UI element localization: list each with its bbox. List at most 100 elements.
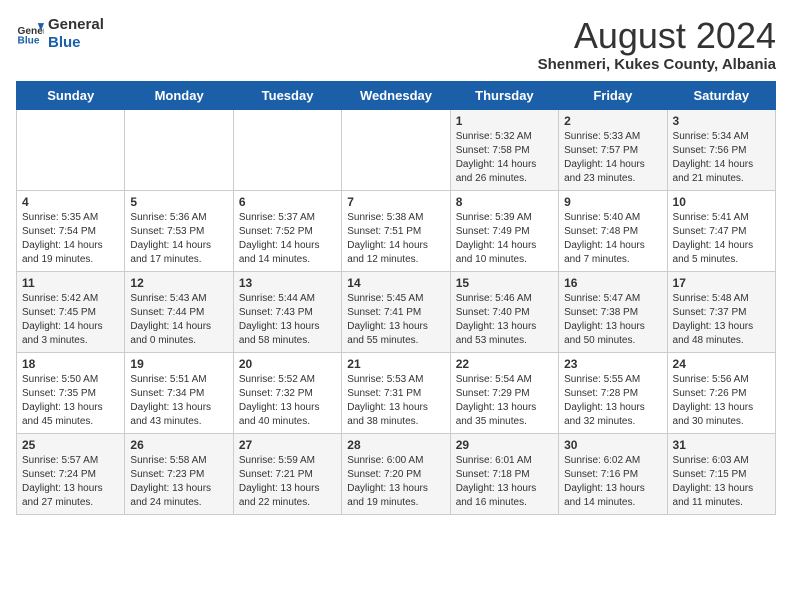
calendar-cell: 30Sunrise: 6:02 AMSunset: 7:16 PMDayligh… [559,433,667,514]
calendar-cell [233,109,341,190]
calendar-cell: 22 Sunrise: 5:54 AMSunset: 7:29 PMDayligh… [450,352,558,433]
calendar-cell: 19 Sunrise: 5:51 AMSunset: 7:34 PMDayligh… [125,352,233,433]
day-info: Sunrise: 5:48 AMSunset: 7:37 PMDaylight:… [673,292,770,348]
day-number: 20 [239,357,336,371]
day-number: 12 [130,276,227,290]
calendar-cell: 6 Sunrise: 5:37 AMSunset: 7:52 PMDaylight… [233,190,341,271]
day-info: Sunrise: 5:37 AMSunset: 7:52 PMDaylight:… [239,211,336,267]
calendar-cell: 1 Sunrise: 5:32 AMSunset: 7:58 PMDaylight… [450,109,558,190]
day-info: Sunrise: 5:57 AMSunset: 7:24 PMDaylight:… [22,454,119,510]
calendar-cell: 5 Sunrise: 5:36 AMSunset: 7:53 PMDaylight… [125,190,233,271]
day-number: 29 [456,438,553,452]
title-area: August 2024 Shenmeri, Kukes County, Alba… [538,16,776,73]
calendar-cell: 15 Sunrise: 5:46 AMSunset: 7:40 PMDayligh… [450,271,558,352]
day-info: Sunrise: 5:32 AMSunset: 7:58 PMDaylight:… [456,130,553,186]
day-info: Sunrise: 5:54 AMSunset: 7:29 PMDaylight:… [456,373,553,429]
day-number: 4 [22,195,119,209]
day-number: 18 [22,357,119,371]
day-number: 8 [456,195,553,209]
day-info: Sunrise: 5:39 AMSunset: 7:49 PMDaylight:… [456,211,553,267]
day-info: Sunrise: 6:03 AMSunset: 7:15 PMDaylight:… [673,454,770,510]
day-number: 23 [564,357,661,371]
logo-blue-text: Blue [48,34,104,52]
calendar-cell: 26 Sunrise: 5:58 AMSunset: 7:23 PMDayligh… [125,433,233,514]
calendar-cell: 2 Sunrise: 5:33 AMSunset: 7:57 PMDaylight… [559,109,667,190]
day-number: 7 [347,195,444,209]
calendar-cell [342,109,450,190]
day-header-wednesday: Wednesday [342,81,450,109]
day-number: 15 [456,276,553,290]
day-number: 16 [564,276,661,290]
calendar-cell: 31Sunrise: 6:03 AMSunset: 7:15 PMDayligh… [667,433,775,514]
day-info: Sunrise: 5:52 AMSunset: 7:32 PMDaylight:… [239,373,336,429]
day-number: 13 [239,276,336,290]
day-info: Sunrise: 6:02 AMSunset: 7:16 PMDaylight:… [564,454,661,510]
main-title: August 2024 [538,16,776,56]
calendar-cell: 8 Sunrise: 5:39 AMSunset: 7:49 PMDaylight… [450,190,558,271]
day-info: Sunrise: 5:58 AMSunset: 7:23 PMDaylight:… [130,454,227,510]
day-number: 27 [239,438,336,452]
calendar-cell: 24Sunrise: 5:56 AMSunset: 7:26 PMDayligh… [667,352,775,433]
day-number: 28 [347,438,444,452]
calendar-cell: 3Sunrise: 5:34 AMSunset: 7:56 PMDaylight… [667,109,775,190]
calendar-cell: 25 Sunrise: 5:57 AMSunset: 7:24 PMDayligh… [17,433,125,514]
day-info: Sunrise: 5:36 AMSunset: 7:53 PMDaylight:… [130,211,227,267]
calendar-cell [17,109,125,190]
day-number: 5 [130,195,227,209]
calendar-cell: 17 Sunrise: 5:48 AMSunset: 7:37 PMDayligh… [667,271,775,352]
svg-text:Blue: Blue [18,35,40,46]
day-header-monday: Monday [125,81,233,109]
day-number: 6 [239,195,336,209]
day-number: 9 [564,195,661,209]
day-info: Sunrise: 5:40 AMSunset: 7:48 PMDaylight:… [564,211,661,267]
calendar-cell: 27 Sunrise: 5:59 AMSunset: 7:21 PMDayligh… [233,433,341,514]
calendar-cell: 12 Sunrise: 5:43 AMSunset: 7:44 PMDayligh… [125,271,233,352]
day-info: Sunrise: 6:00 AMSunset: 7:20 PMDaylight:… [347,454,444,510]
day-info: Sunrise: 5:42 AMSunset: 7:45 PMDaylight:… [22,292,119,348]
day-info: Sunrise: 5:55 AMSunset: 7:28 PMDaylight:… [564,373,661,429]
logo-icon: General Blue [16,20,44,48]
calendar-cell: 9 Sunrise: 5:40 AMSunset: 7:48 PMDaylight… [559,190,667,271]
day-header-thursday: Thursday [450,81,558,109]
day-number: 10 [673,195,770,209]
day-info: Sunrise: 5:46 AMSunset: 7:40 PMDaylight:… [456,292,553,348]
calendar-cell: 16Sunrise: 5:47 AMSunset: 7:38 PMDayligh… [559,271,667,352]
day-info: Sunrise: 6:01 AMSunset: 7:18 PMDaylight:… [456,454,553,510]
day-number: 3 [673,114,770,128]
calendar-cell: 23 Sunrise: 5:55 AMSunset: 7:28 PMDayligh… [559,352,667,433]
day-info: Sunrise: 5:53 AMSunset: 7:31 PMDaylight:… [347,373,444,429]
day-number: 26 [130,438,227,452]
day-number: 2 [564,114,661,128]
logo: General Blue General Blue [16,16,104,52]
page-header: General Blue General Blue August 2024 Sh… [16,16,776,73]
calendar-cell: 13 Sunrise: 5:44 AMSunset: 7:43 PMDayligh… [233,271,341,352]
day-header-friday: Friday [559,81,667,109]
day-number: 25 [22,438,119,452]
calendar-cell: 18 Sunrise: 5:50 AMSunset: 7:35 PMDayligh… [17,352,125,433]
subtitle: Shenmeri, Kukes County, Albania [538,56,776,73]
day-info: Sunrise: 5:51 AMSunset: 7:34 PMDaylight:… [130,373,227,429]
calendar-cell: 10Sunrise: 5:41 AMSunset: 7:47 PMDayligh… [667,190,775,271]
calendar-cell: 21Sunrise: 5:53 AMSunset: 7:31 PMDayligh… [342,352,450,433]
day-info: Sunrise: 5:44 AMSunset: 7:43 PMDaylight:… [239,292,336,348]
calendar-cell [125,109,233,190]
calendar-cell: 7 Sunrise: 5:38 AMSunset: 7:51 PMDaylight… [342,190,450,271]
day-info: Sunrise: 5:43 AMSunset: 7:44 PMDaylight:… [130,292,227,348]
day-info: Sunrise: 5:35 AMSunset: 7:54 PMDaylight:… [22,211,119,267]
day-info: Sunrise: 5:33 AMSunset: 7:57 PMDaylight:… [564,130,661,186]
logo-general-text: General [48,16,104,34]
day-info: Sunrise: 5:38 AMSunset: 7:51 PMDaylight:… [347,211,444,267]
day-number: 17 [673,276,770,290]
day-info: Sunrise: 5:50 AMSunset: 7:35 PMDaylight:… [22,373,119,429]
day-info: Sunrise: 5:45 AMSunset: 7:41 PMDaylight:… [347,292,444,348]
calendar-cell: 28 Sunrise: 6:00 AMSunset: 7:20 PMDayligh… [342,433,450,514]
day-header-sunday: Sunday [17,81,125,109]
day-number: 22 [456,357,553,371]
day-number: 1 [456,114,553,128]
day-header-tuesday: Tuesday [233,81,341,109]
calendar-cell: 11Sunrise: 5:42 AMSunset: 7:45 PMDayligh… [17,271,125,352]
calendar-cell: 4 Sunrise: 5:35 AMSunset: 7:54 PMDaylight… [17,190,125,271]
calendar-table: SundayMondayTuesdayWednesdayThursdayFrid… [16,81,776,515]
day-info: Sunrise: 5:59 AMSunset: 7:21 PMDaylight:… [239,454,336,510]
day-number: 19 [130,357,227,371]
